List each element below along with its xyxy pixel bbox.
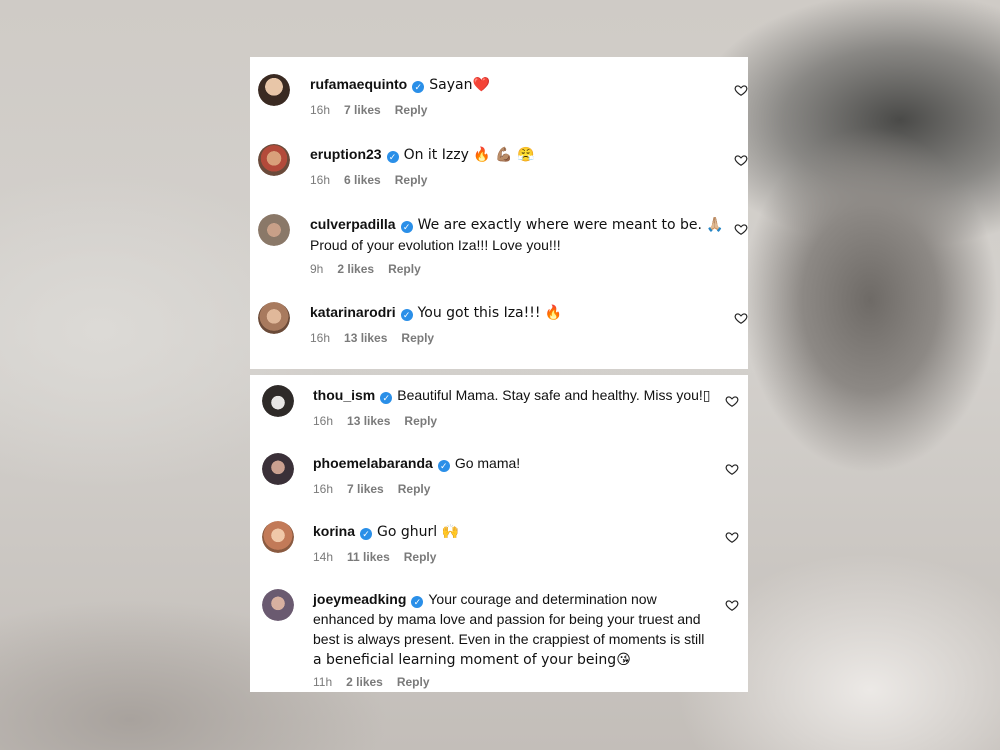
comment-meta: 16h 13 likes Reply xyxy=(313,413,451,429)
comment-body-line-3: best is always present. Even in the crap… xyxy=(313,631,705,647)
comment-username[interactable]: rufamaequinto xyxy=(310,76,407,92)
avatar[interactable] xyxy=(258,214,290,246)
verified-badge-icon: ✓ xyxy=(386,151,399,163)
reply-button[interactable]: Reply xyxy=(401,331,434,345)
comment-text: phoemelabaranda ✓ Go mama! xyxy=(313,453,520,473)
comment-body: You got this Iza!!! 🔥 xyxy=(417,305,563,321)
comment-meta: 16h 13 likes Reply xyxy=(310,330,448,346)
avatar[interactable] xyxy=(262,385,294,417)
reply-button[interactable]: Reply xyxy=(398,482,431,496)
comment-username[interactable]: katarinarodri xyxy=(310,304,396,320)
heart-outline-icon[interactable] xyxy=(734,222,748,236)
reply-button[interactable]: Reply xyxy=(395,103,428,117)
comment-text: korina ✓ Go ghurl 🙌 xyxy=(313,521,459,542)
comment-username[interactable]: culverpadilla xyxy=(310,216,396,232)
comment-text: culverpadilla ✓ We are exactly where were … xyxy=(310,214,724,255)
heart-outline-icon[interactable] xyxy=(725,462,739,476)
heart-outline-icon[interactable] xyxy=(734,153,748,167)
verified-badge-icon: ✓ xyxy=(411,596,424,608)
comment-likes[interactable]: 2 likes xyxy=(337,262,374,276)
comment-likes[interactable]: 2 likes xyxy=(346,675,383,689)
verified-badge-icon: ✓ xyxy=(437,460,450,472)
comment-meta: 16h 7 likes Reply xyxy=(313,481,444,497)
comment-meta: 14h 11 likes Reply xyxy=(313,549,450,565)
reply-button[interactable]: Reply xyxy=(388,262,421,276)
comment-time: 14h xyxy=(313,550,334,564)
comment-likes[interactable]: 7 likes xyxy=(347,482,384,496)
comment-meta: 16h 7 likes Reply xyxy=(310,102,441,118)
comment-username[interactable]: korina xyxy=(313,523,355,539)
heart-outline-icon[interactable] xyxy=(734,311,748,325)
reply-button[interactable]: Reply xyxy=(404,414,437,428)
verified-badge-icon: ✓ xyxy=(400,309,413,321)
comment-text: rufamaequinto ✓ Sayan❤️ xyxy=(310,74,490,95)
comment-time: 9h xyxy=(310,262,324,276)
comment-username[interactable]: joeymeadking xyxy=(313,591,406,607)
comment-body: Go mama! xyxy=(454,455,521,471)
comment-likes[interactable]: 7 likes xyxy=(344,103,381,117)
comment-body-line-2: Proud of your evolution Iza!!! Love you!… xyxy=(310,237,561,253)
comment-time: 16h xyxy=(313,414,334,428)
avatar[interactable] xyxy=(258,74,290,106)
comment-body: Go ghurl 🙌 xyxy=(377,524,460,540)
comment-time: 16h xyxy=(310,173,331,187)
comment-body-line-2: enhanced by mama love and passion for be… xyxy=(313,611,701,627)
verified-badge-icon: ✓ xyxy=(412,81,425,93)
comment-time: 16h xyxy=(310,331,331,345)
avatar[interactable] xyxy=(258,144,290,176)
reply-button[interactable]: Reply xyxy=(397,675,430,689)
comments-panel-top: rufamaequinto ✓ Sayan❤️ 16h 7 likes Reply er… xyxy=(250,57,748,369)
avatar[interactable] xyxy=(258,302,290,334)
comment-username[interactable]: phoemelabaranda xyxy=(313,455,433,471)
comment-time: 16h xyxy=(310,103,331,117)
comment-username[interactable]: thou_ism xyxy=(313,387,375,403)
reply-button[interactable]: Reply xyxy=(404,550,437,564)
heart-outline-icon[interactable] xyxy=(725,394,739,408)
verified-badge-icon: ✓ xyxy=(380,392,393,404)
comment-body: Beautiful Mama. Stay safe and healthy. M… xyxy=(397,387,711,403)
comments-panel-bottom: thou_ism ✓ Beautiful Mama. Stay safe and h… xyxy=(250,375,748,692)
comment-likes[interactable]: 11 likes xyxy=(347,550,390,564)
heart-outline-icon[interactable] xyxy=(734,83,748,97)
comment-body: On it Izzy 🔥 💪🏽 😤 xyxy=(403,147,535,163)
heart-outline-icon[interactable] xyxy=(725,598,739,612)
comment-text: eruption23 ✓ On it Izzy 🔥 💪🏽 😤 xyxy=(310,144,535,165)
avatar[interactable] xyxy=(262,521,294,553)
comment-likes[interactable]: 13 likes xyxy=(347,414,390,428)
comment-username[interactable]: eruption23 xyxy=(310,146,382,162)
comment-body: Your courage and determination now xyxy=(428,591,657,607)
comment-meta: 16h 6 likes Reply xyxy=(310,172,441,188)
heart-outline-icon[interactable] xyxy=(725,530,739,544)
comment-time: 11h xyxy=(313,675,333,689)
comment-text: katarinarodri ✓ You got this Iza!!! 🔥 xyxy=(310,302,562,323)
avatar[interactable] xyxy=(262,589,294,621)
comment-text: thou_ism ✓ Beautiful Mama. Stay safe and h… xyxy=(313,385,711,405)
verified-badge-icon: ✓ xyxy=(400,221,413,233)
reply-button[interactable]: Reply xyxy=(395,173,428,187)
verified-badge-icon: ✓ xyxy=(360,528,373,540)
comment-likes[interactable]: 13 likes xyxy=(344,331,387,345)
comment-body: Sayan❤️ xyxy=(429,77,490,93)
comment-body: We are exactly where were meant to be. 🙏… xyxy=(417,217,724,233)
comment-likes[interactable]: 6 likes xyxy=(344,173,381,187)
comment-time: 16h xyxy=(313,482,334,496)
comment-meta: 11h 2 likes Reply xyxy=(313,674,444,690)
comment-body-line-4: a beneficial learning moment of your bei… xyxy=(313,652,631,668)
comment-text: joeymeadking ✓ Your courage and determinat… xyxy=(313,589,704,670)
comment-meta: 9h 2 likes Reply xyxy=(310,261,435,277)
avatar[interactable] xyxy=(262,453,294,485)
